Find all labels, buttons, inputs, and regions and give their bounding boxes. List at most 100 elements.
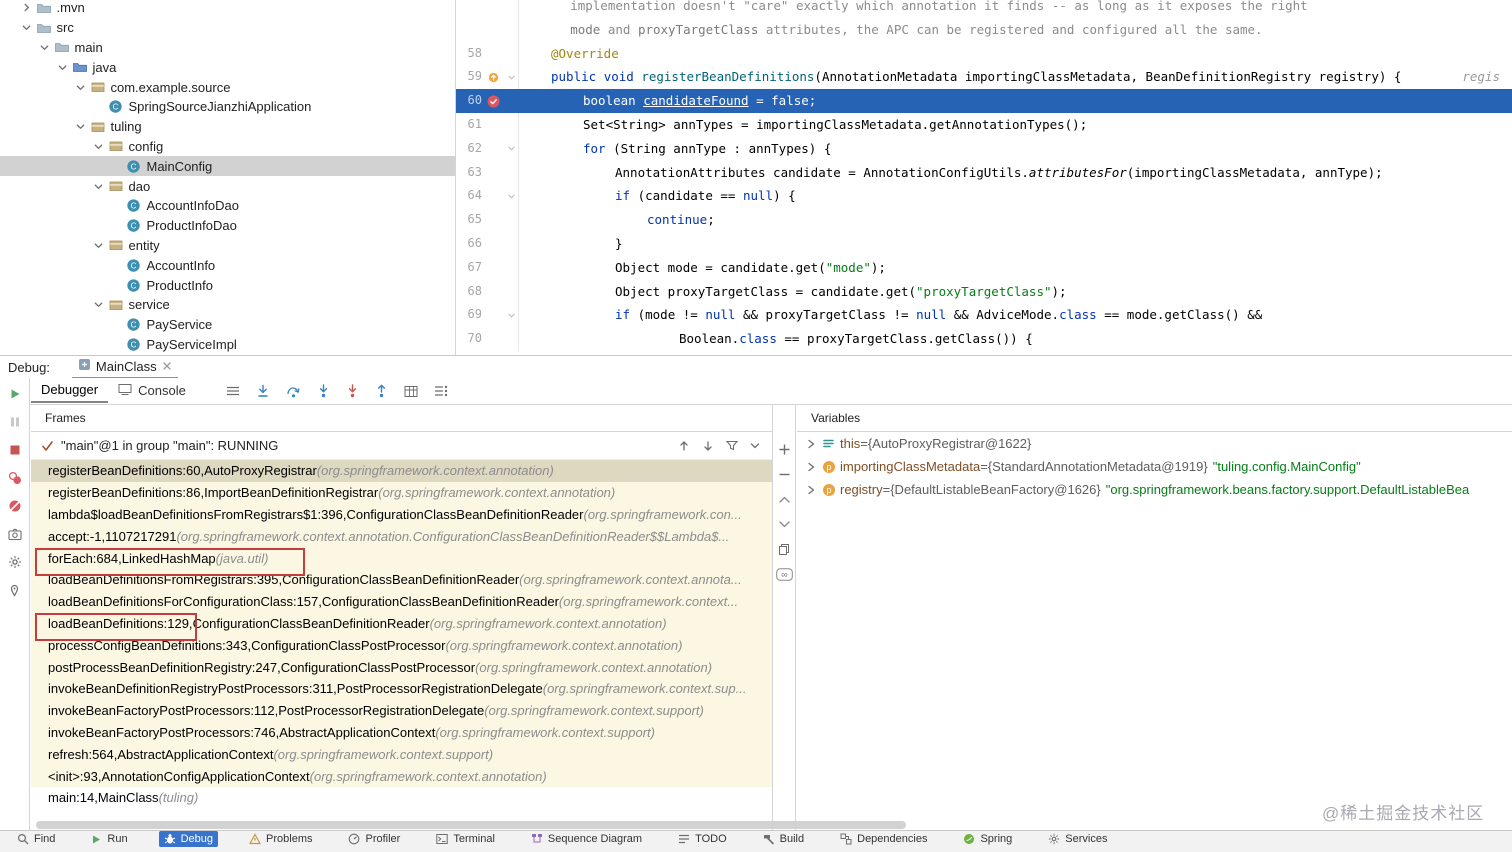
tree-item-payservice[interactable]: C PayService [0, 315, 455, 335]
chevron-down-icon[interactable] [72, 121, 89, 132]
copy-icon[interactable] [778, 537, 790, 562]
line-number[interactable]: 62 [460, 137, 482, 161]
thread-dump-icon[interactable] [0, 520, 30, 548]
tree-item-tuling[interactable]: tuling [0, 117, 455, 137]
step-out-icon[interactable] [375, 384, 388, 398]
tree-item-mvn[interactable]: .mvn [0, 0, 455, 18]
pause-icon[interactable] [0, 408, 30, 436]
view-as-table-icon[interactable] [404, 385, 418, 398]
line-number[interactable]: 67 [460, 256, 482, 280]
tree-item-springsourcejianzhiapplication[interactable]: C SpringSourceJianzhiApplication [0, 97, 455, 117]
settings-list-icon[interactable] [434, 385, 448, 397]
tree-item-productinfo[interactable]: C ProductInfo [0, 275, 455, 295]
code-line-69[interactable]: 69 if (mode != null && proxyTargetClass !… [456, 303, 1512, 328]
close-icon[interactable] [162, 359, 172, 374]
force-step-into-icon[interactable] [346, 384, 359, 398]
chevron-down-icon[interactable] [90, 181, 107, 192]
fold-icon[interactable] [504, 184, 518, 208]
line-number[interactable]: 64 [460, 184, 482, 208]
line-number[interactable]: 69 [460, 303, 482, 327]
code-line-68[interactable]: 68 Object proxyTargetClass = candidate.ge… [456, 279, 1512, 304]
frame-row-invokebeanfactorypostprocessors-112[interactable]: invokeBeanFactoryPostProcessors:112, Pos… [31, 699, 772, 722]
frame-row-loadbeandefinitionsforconfigurationclass-157[interactable]: loadBeanDefinitionsForConfigurationClass… [31, 590, 772, 613]
variable-row-this[interactable]: this = {AutoProxyRegistrar@1622} [797, 432, 1512, 455]
chevron-down-icon[interactable] [54, 62, 71, 73]
evaluate-icon[interactable]: ∞ [775, 562, 793, 587]
tree-item-main[interactable]: main [0, 38, 455, 58]
code-line-65[interactable]: 65 continue; [456, 208, 1512, 232]
tree-item-dao[interactable]: dao [0, 176, 455, 196]
frame-row-lambda-loadbeandefinitionsfromregistrars-1-396[interactable]: lambda$loadBeanDefinitionsFromRegistrars… [31, 503, 772, 526]
frame-row-accept-1[interactable]: accept:-1, 1107217291 (org.springframewo… [31, 525, 772, 548]
add-watch-icon[interactable] [778, 437, 791, 462]
resume-icon[interactable] [0, 380, 30, 408]
frame-row-init-93[interactable]: <init>:93, AnnotationConfigApplicationCo… [31, 765, 772, 787]
chevron-down-icon[interactable] [90, 299, 107, 310]
horizontal-scrollbar[interactable] [36, 821, 906, 829]
frame-row-registerbeandefinitions-60[interactable]: registerBeanDefinitions:60, AutoProxyReg… [31, 460, 772, 482]
tree-item-accountinfodao[interactable]: C AccountInfoDao [0, 196, 455, 216]
tree-item-service[interactable]: service [0, 295, 455, 315]
show-execution-point-icon[interactable] [256, 384, 270, 398]
fold-icon[interactable] [504, 303, 518, 327]
mute-breakpoints-icon[interactable] [0, 492, 30, 520]
code-line-66[interactable]: 66} [456, 231, 1512, 256]
code-line-67[interactable]: 67 Object mode = candidate.get("mode"); [456, 255, 1512, 280]
tree-item-accountinfo[interactable]: C AccountInfo [0, 255, 455, 275]
scroll-down-icon[interactable] [778, 512, 790, 537]
chevron-down-icon[interactable] [36, 42, 53, 53]
chevron-down-icon[interactable] [90, 240, 107, 251]
var-chevron-icon[interactable] [803, 485, 819, 495]
fold-icon[interactable] [504, 137, 518, 161]
step-over-icon[interactable] [286, 384, 301, 398]
settings-gear-icon[interactable] [0, 548, 30, 576]
filter-icon[interactable] [726, 440, 738, 451]
code-line-70[interactable]: 70 Boolean.class == proxyTargetClass.getC… [456, 327, 1512, 351]
tree-item-entity[interactable]: entity [0, 236, 455, 256]
chevron-right-icon[interactable] [18, 2, 35, 13]
frame-row-postprocessbeandefinitionregistry-247[interactable]: postProcessBeanDefinitionRegistry:247, C… [31, 656, 772, 678]
line-number[interactable] [460, 0, 482, 18]
line-number[interactable]: 61 [460, 113, 482, 137]
variable-row-importingclassmetadata[interactable]: p importingClassMetadata = {StandardAnnot… [797, 455, 1512, 478]
breakpoint-icon[interactable] [482, 89, 504, 113]
chevron-down-icon[interactable] [90, 141, 107, 152]
tree-item-mainconfig[interactable]: C MainConfig [0, 156, 455, 177]
tab-mainclass[interactable]: MainClass [71, 356, 178, 379]
frame-row-registerbeandefinitions-86[interactable]: registerBeanDefinitions:86, ImportBeanDe… [31, 481, 772, 504]
frame-row-refresh-564[interactable]: refresh:564, AbstractApplicationContext … [31, 743, 772, 766]
line-number[interactable]: 68 [460, 280, 482, 304]
chevron-down-icon[interactable] [750, 442, 760, 450]
line-number[interactable] [460, 18, 482, 42]
scroll-up-icon[interactable] [778, 487, 790, 512]
code-line-59[interactable]: 59 public void registerBeanDefinitions(An… [456, 65, 1512, 90]
override-icon[interactable] [482, 65, 504, 89]
thread-selector[interactable]: "main"@1 in group "main": RUNNING [31, 432, 772, 460]
code-comment-line[interactable]: mode and proxyTargetClass attributes, th… [456, 17, 1512, 42]
arrow-down-icon[interactable] [702, 440, 714, 452]
view-breakpoints-icon[interactable] [0, 464, 30, 492]
line-number[interactable]: 65 [460, 208, 482, 232]
frame-row-invokebeandefinitionregistrypostprocessors-311[interactable]: invokeBeanDefinitionRegistryPostProcesso… [31, 677, 772, 700]
step-into-icon[interactable] [317, 384, 330, 398]
tree-item-productinfodao[interactable]: C ProductInfoDao [0, 216, 455, 236]
line-number[interactable]: 70 [460, 327, 482, 351]
line-number[interactable]: 59 [460, 65, 482, 89]
hamburger-icon[interactable] [226, 385, 240, 397]
arrow-up-icon[interactable] [678, 440, 690, 452]
code-comment-line[interactable]: implementation doesn't "care" exactly wh… [456, 0, 1512, 18]
remove-watch-icon[interactable] [778, 462, 791, 487]
tree-item-config[interactable]: config [0, 137, 455, 157]
fold-icon[interactable] [504, 65, 518, 89]
frame-row-invokebeanfactorypostprocessors-746[interactable]: invokeBeanFactoryPostProcessors:746, Abs… [31, 721, 772, 744]
line-number[interactable]: 63 [460, 161, 482, 185]
code-line-58[interactable]: 58 @Override [456, 41, 1512, 66]
var-chevron-icon[interactable] [803, 462, 819, 472]
pin-icon[interactable] [0, 576, 30, 604]
line-number[interactable]: 58 [460, 42, 482, 66]
code-line-60[interactable]: 60 boolean candidateFound = false; [456, 89, 1512, 113]
stop-icon[interactable] [0, 436, 30, 464]
variable-row-registry[interactable]: p registry = {DefaultListableBeanFactory@… [797, 478, 1512, 501]
frame-row-main-14[interactable]: main:14, MainClass (tuling) [31, 786, 772, 809]
chevron-down-icon[interactable] [18, 22, 35, 33]
